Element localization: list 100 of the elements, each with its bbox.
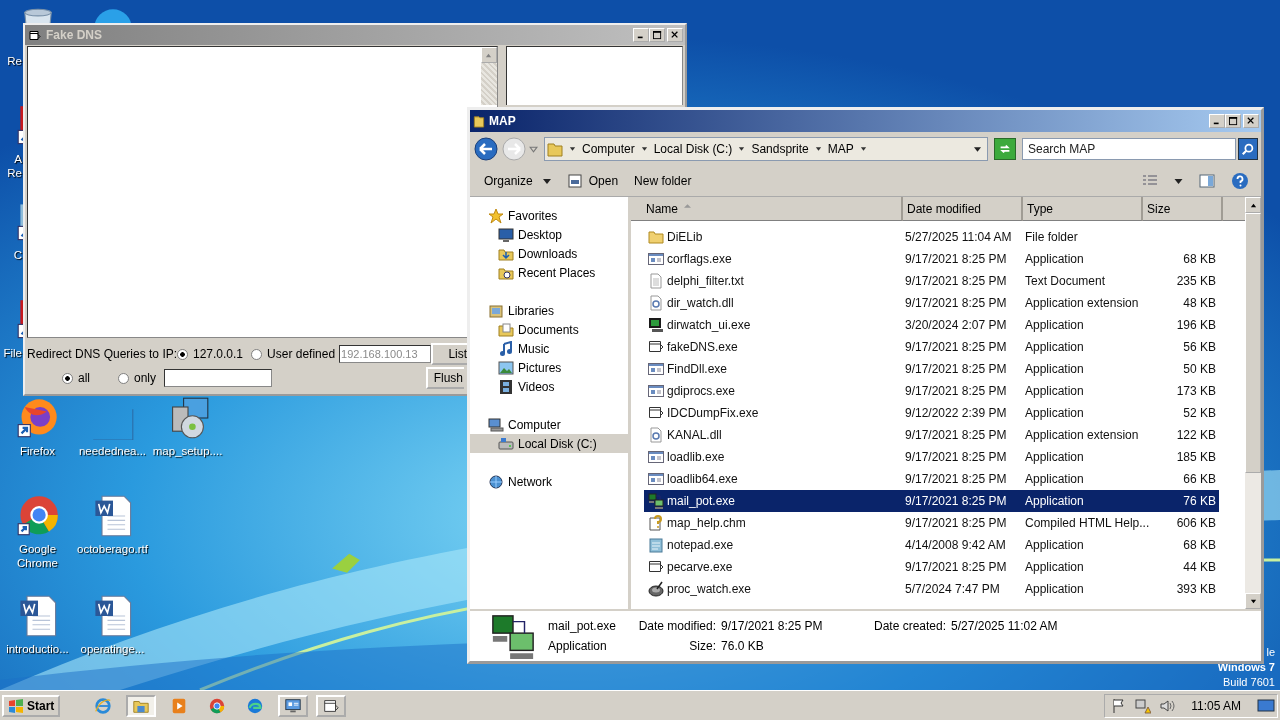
nav-item[interactable]: Music [470, 339, 628, 358]
column-header[interactable]: Date modified [903, 197, 1023, 221]
list-button[interactable]: List [431, 343, 469, 365]
taskbar-button[interactable] [126, 694, 157, 717]
radio-option[interactable]: User defined [251, 347, 336, 361]
refresh-button[interactable] [994, 138, 1016, 160]
browser-icon [15, 494, 60, 538]
caret-icon[interactable] [738, 146, 746, 152]
monitor-icon [284, 696, 303, 715]
file-row[interactable]: corflags.exe 9/17/2021 8:25 PM Application 68 KB [644, 248, 1219, 270]
file-row[interactable]: dir_watch.dll 9/17/2021 8:25 PM Application extension 48 KB [644, 292, 1219, 314]
taskbar-button[interactable] [316, 694, 347, 717]
nav-item[interactable]: Recent Places [470, 263, 628, 282]
radio-option[interactable]: 127.0.0.1 [177, 347, 244, 361]
down-arrow-icon [1249, 597, 1257, 605]
date-cell-text: 3/20/2024 2:07 PM [904, 318, 1008, 332]
search-field[interactable]: Search MAP [1022, 138, 1236, 160]
file-row[interactable]: fakeDNS.exe 9/17/2021 8:25 PM Application 56 KB [644, 336, 1219, 358]
radio-option[interactable]: all [62, 371, 90, 385]
nav-item[interactable]: Network [470, 472, 628, 491]
icon-label: Google Chrome [16, 542, 59, 570]
toolbar-button[interactable]: Organize [478, 172, 557, 190]
nav-item[interactable]: Computer [470, 415, 628, 434]
text-area[interactable] [505, 46, 683, 105]
file-row[interactable]: dirwatch_ui.exe 3/20/2024 2:07 PM Application 196 KB [644, 314, 1219, 336]
file-name: mail_pot.exe [667, 494, 736, 508]
file-row[interactable]: gdiprocs.exe 9/17/2021 8:25 PM Application 173 KB [644, 380, 1219, 402]
file-name: loadlib64.exe [667, 472, 738, 486]
back-button[interactable] [473, 136, 499, 162]
toolbar-button[interactable]: New folder [628, 172, 698, 190]
nav-item[interactable]: Libraries [470, 301, 628, 320]
library-icon [488, 302, 504, 319]
scrollbar[interactable] [1245, 197, 1261, 609]
computer-icon [648, 317, 664, 333]
nav-item[interactable]: Desktop [470, 225, 628, 244]
disc-icon [648, 581, 664, 597]
size-cell-text: 44 KB [1182, 560, 1217, 574]
address-bar[interactable]: Computer Local Disk (C:) Sandsprite MAP [544, 137, 988, 161]
column-header[interactable]: Size [1143, 197, 1223, 221]
close-button[interactable] [667, 28, 683, 42]
file-row[interactable]: delphi_filter.txt 9/17/2021 8:25 PM Text Document 235 KB [644, 270, 1219, 292]
breadcrumb-item[interactable]: Sandsprite [751, 142, 809, 156]
file-row[interactable]: notepad.exe 4/14/2008 9:42 AM Application 68 KB [644, 534, 1219, 556]
size-cell-text: 173 KB [1175, 384, 1217, 398]
maximize-button[interactable] [649, 28, 665, 42]
date-cell-text: 9/17/2021 8:25 PM [904, 560, 1008, 574]
caret-icon[interactable] [640, 146, 648, 152]
music-note-icon [498, 340, 514, 357]
file-row[interactable]: KANAL.dll 9/17/2021 8:25 PM Application extension 122 KB [644, 424, 1219, 446]
file-row[interactable]: pecarve.exe 9/17/2021 8:25 PM Application 44 KB [644, 556, 1219, 578]
dropdown-icon[interactable] [974, 146, 981, 152]
minimize-button[interactable] [1209, 114, 1225, 128]
speaker-icon[interactable] [1159, 697, 1176, 714]
breadcrumb-item[interactable]: MAP [827, 142, 854, 156]
help-file-icon [648, 515, 664, 531]
caret-icon[interactable] [814, 146, 822, 152]
up-arrow-icon [485, 51, 493, 59]
nav-item[interactable]: Documents [470, 320, 628, 339]
network-warning-icon[interactable] [1135, 697, 1152, 714]
file-row[interactable]: proc_watch.exe 5/7/2024 7:47 PM Application 393 KB [644, 578, 1219, 600]
caret-icon[interactable] [569, 146, 576, 152]
host-field[interactable] [164, 369, 273, 387]
file-row[interactable]: loadlib64.exe 9/17/2021 8:25 PM Application 66 KB [644, 468, 1219, 490]
file-type: Application [548, 639, 608, 653]
size-cell-text: 122 KB [1175, 428, 1217, 442]
nav-item[interactable]: Local Disk (C:) [470, 434, 628, 453]
breadcrumb-item[interactable]: Local Disk (C:) [653, 142, 733, 156]
file-row[interactable]: loadlib.exe 9/17/2021 8:25 PM Application 185 KB [644, 446, 1219, 468]
file-row[interactable]: DiELib 5/27/2025 11:04 AM File folder [644, 226, 1219, 248]
file-row[interactable]: IDCDumpFix.exe 9/12/2022 2:39 PM Application 52 KB [644, 402, 1219, 424]
column-header[interactable]: Name [631, 197, 903, 221]
file-row[interactable]: map_help.chm 9/17/2021 8:25 PM Compiled HTML Help... 606 KB [644, 512, 1219, 534]
date-cell-text: 9/17/2021 8:25 PM [904, 472, 1008, 486]
taskbar-button[interactable] [278, 694, 309, 717]
start-button[interactable]: Start [2, 694, 61, 717]
size-cell-text: 235 KB [1175, 274, 1217, 288]
close-button[interactable] [1243, 114, 1259, 128]
scrollbar[interactable] [480, 47, 497, 105]
column-header[interactable]: Type [1023, 197, 1143, 221]
nav-item[interactable]: Videos [470, 377, 628, 396]
caret-icon[interactable] [859, 146, 867, 152]
flush-button[interactable]: Flush [426, 367, 465, 389]
notepad-icon [648, 537, 664, 553]
file-row[interactable]: FindDll.exe 9/17/2021 8:25 PM Application 50 KB [644, 358, 1219, 380]
window-icon [648, 559, 664, 575]
radio-option[interactable]: only [118, 371, 157, 385]
show-desktop-icon[interactable] [1257, 697, 1275, 714]
breadcrumb-item[interactable]: Computer [582, 142, 635, 156]
maximize-button[interactable] [1225, 114, 1241, 128]
file-row[interactable]: mail_pot.exe 9/17/2021 8:25 PM Application 76 KB [644, 490, 1219, 512]
search-button[interactable] [1238, 138, 1258, 160]
date-cell-text: 9/17/2021 8:25 PM [904, 516, 1008, 530]
nav-item[interactable]: Downloads [470, 244, 628, 263]
nav-item[interactable]: Pictures [470, 358, 628, 377]
size-cell-text: 76 KB [1182, 494, 1217, 508]
nav-item[interactable]: Favorites [470, 206, 628, 225]
file-name: fakeDNS.exe [667, 340, 738, 354]
icon-label: C [12, 248, 22, 262]
minimize-button[interactable] [633, 28, 649, 42]
toolbar-button[interactable]: Open [560, 171, 625, 191]
